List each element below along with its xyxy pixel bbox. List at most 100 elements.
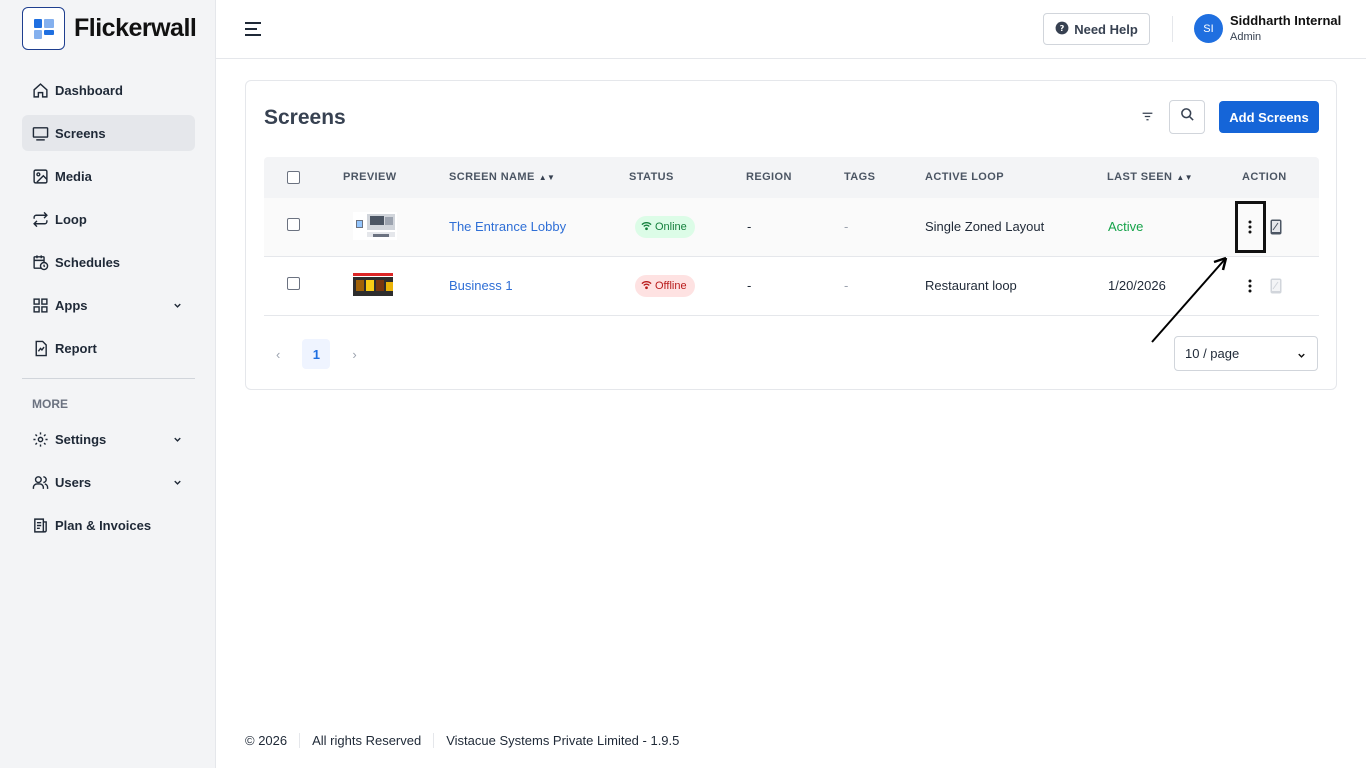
need-help-label: Need Help [1074,21,1138,37]
row-checkbox[interactable] [287,277,300,290]
screens-table: PREVIEW SCREEN NAME ▲▼ STATUS REGION TAGS… [264,157,1319,316]
chevron-down-icon [172,299,183,314]
col-status: STATUS [629,171,674,183]
flickerwall-logo-icon [22,7,65,50]
col-preview: PREVIEW [343,171,397,183]
sidebar-item-schedules[interactable]: Schedules [22,244,195,280]
last-seen-value: 1/20/2026 [1108,278,1166,293]
status-badge: Online [635,216,695,238]
col-screen-name[interactable]: SCREEN NAME ▲▼ [449,171,555,183]
select-all-checkbox[interactable] [287,171,300,184]
col-screen-name-label: SCREEN NAME [449,171,535,183]
status-label: Offline [655,280,687,292]
page-size-value: 10 / page [1185,346,1240,361]
help-circle-icon: ? [1055,21,1069,38]
home-icon [32,82,49,99]
monitor-icon [32,125,49,142]
footer: © 2026 All rights Reserved Vistacue Syst… [245,733,691,748]
chevron-down-icon [1296,349,1307,364]
sidebar-item-label: Media [55,168,92,184]
status-label: Online [655,221,687,233]
sidebar-item-users[interactable]: Users [22,464,195,500]
sidebar-section-more: MORE [32,397,68,411]
top-header: ? Need Help SI Siddharth Internal Admin [216,0,1366,59]
sidebar-item-settings[interactable]: Settings [22,421,195,457]
prev-page-button[interactable]: ‹ [276,347,280,362]
brand-name: Flickerwall [74,14,197,42]
menu-toggle-icon[interactable] [243,19,263,39]
region-value: - [747,219,752,234]
footer-company: Vistacue Systems Private Limited - 1.9.5 [433,733,691,748]
search-icon [1180,107,1195,127]
status-badge: Offline [635,275,695,297]
col-region: REGION [746,171,792,183]
next-page-button[interactable]: › [352,347,356,362]
user-name[interactable]: Siddharth Internal [1230,13,1341,28]
sidebar-item-dashboard[interactable]: Dashboard [22,72,195,108]
screen-preview-thumbnail[interactable] [353,212,397,240]
sidebar-item-label: Screens [55,125,106,141]
image-icon [32,168,49,185]
screens-card: Screens Add Screens PREVIEW SCREEN NAME ▲… [245,80,1337,390]
report-icon [32,340,49,357]
screen-name-link[interactable]: Business 1 [449,278,513,293]
device-icon[interactable] [1270,219,1282,235]
active-loop-value: Single Zoned Layout [925,219,1045,234]
device-icon[interactable] [1270,278,1282,294]
brand-logo[interactable]: Flickerwall [22,7,197,50]
header-divider [1172,16,1173,42]
sidebar-item-screens[interactable]: Screens [22,115,195,151]
apps-grid-icon [32,297,49,314]
table-row[interactable]: Business 1 Offline - - Restaurant loop 1… [264,257,1319,316]
sidebar-nav: Dashboard Screens Media Loop Schedules A… [22,72,195,550]
filter-icon[interactable] [1141,110,1154,128]
sort-icon: ▲▼ [538,173,556,182]
more-actions-icon[interactable] [1245,276,1255,296]
last-seen-value: Active [1108,219,1144,234]
sidebar-item-label: Plan & Invoices [55,517,152,533]
footer-copyright: © 2026 [245,733,288,748]
need-help-button[interactable]: ? Need Help [1043,13,1150,45]
page-1-button[interactable]: 1 [302,339,331,369]
search-button[interactable] [1169,100,1205,134]
invoice-icon [32,517,49,534]
sidebar-item-label: Dashboard [55,82,123,98]
more-actions-icon[interactable] [1245,217,1255,237]
sidebar-item-label: Report [55,340,97,356]
sidebar-item-plan-invoices[interactable]: Plan & Invoices [22,507,195,543]
svg-text:?: ? [1060,22,1065,32]
table-header: PREVIEW SCREEN NAME ▲▼ STATUS REGION TAGS… [264,157,1319,198]
col-last-seen-label: LAST SEEN [1107,171,1173,183]
sidebar-item-label: Apps [55,297,88,313]
screen-preview-thumbnail[interactable] [353,271,397,299]
chevron-down-icon [172,433,183,448]
sidebar-divider [22,378,195,379]
active-loop-value: Restaurant loop [925,278,1017,293]
pagination: ‹ 1 › [276,339,357,369]
tags-value: - [844,278,849,293]
region-value: - [747,278,752,293]
add-screens-button[interactable]: Add Screens [1219,101,1319,133]
users-icon [32,474,49,491]
table-row[interactable]: The Entrance Lobby Online - - Single Zon… [264,198,1319,257]
sidebar-item-report[interactable]: Report [22,330,195,366]
page-title: Screens [264,106,346,129]
sidebar-item-label: Settings [55,431,107,447]
sidebar-item-media[interactable]: Media [22,158,195,194]
page-size-select[interactable]: 10 / page [1174,336,1318,371]
col-active-loop: ACTIVE LOOP [925,171,1004,183]
col-tags: TAGS [844,171,876,183]
col-action: ACTION [1242,171,1287,183]
user-role: Admin [1230,31,1262,43]
sort-icon: ▲▼ [1176,173,1193,182]
col-last-seen[interactable]: LAST SEEN ▲▼ [1107,171,1193,183]
sidebar-item-label: Loop [55,211,87,227]
row-checkbox[interactable] [287,218,300,231]
sidebar-item-label: Users [55,474,92,490]
screen-name-link[interactable]: The Entrance Lobby [449,219,566,234]
wifi-icon [641,280,652,293]
sidebar-item-apps[interactable]: Apps [22,287,195,323]
sidebar-item-loop[interactable]: Loop [22,201,195,237]
avatar[interactable]: SI [1194,14,1223,43]
gear-icon [32,431,49,448]
